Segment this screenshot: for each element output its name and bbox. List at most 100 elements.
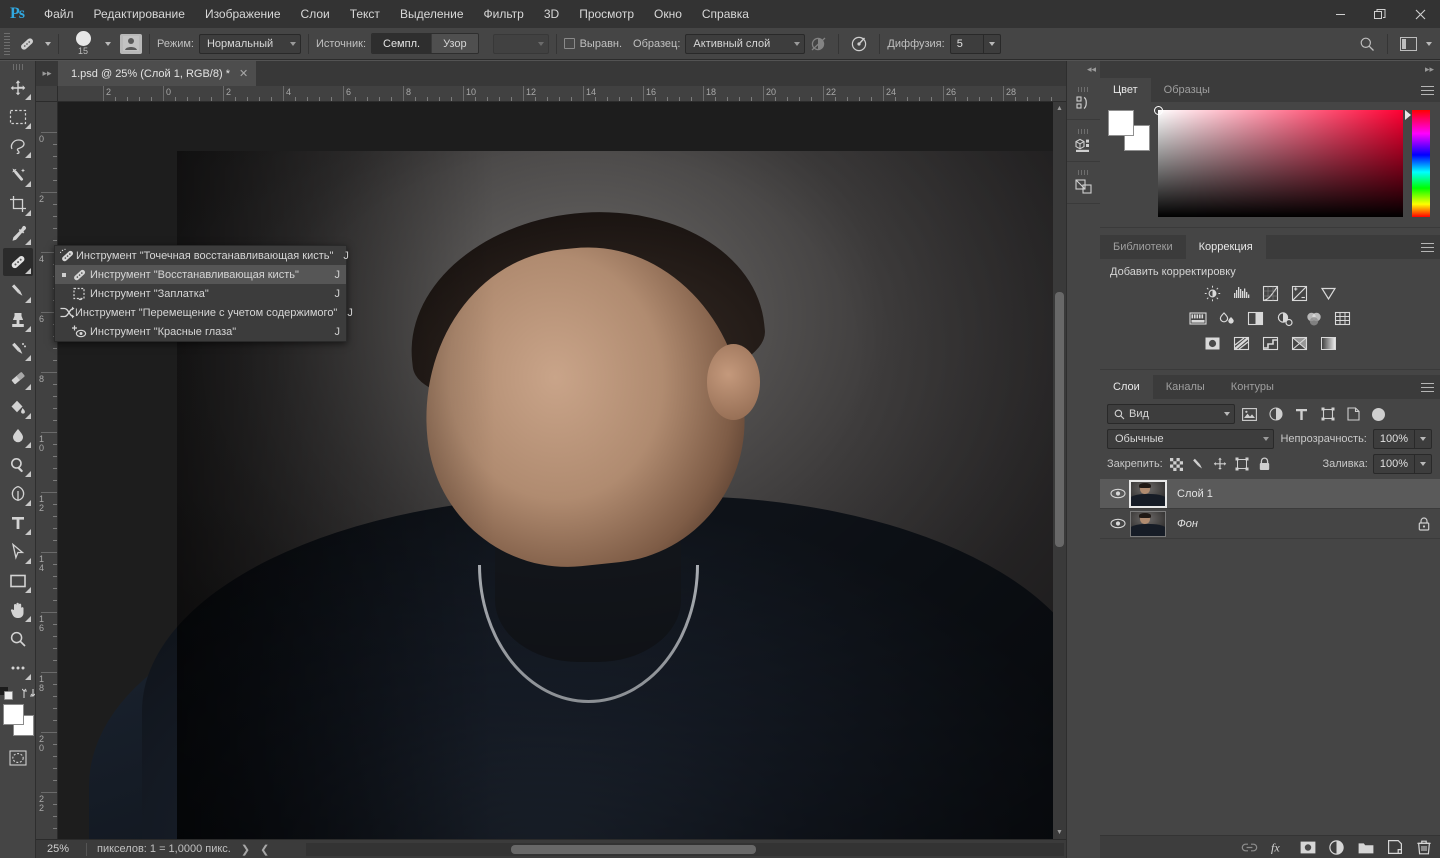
tab-color[interactable]: Цвет [1100, 78, 1151, 102]
flyout-item-red-eye[interactable]: Инструмент "Красные глаза" J [55, 322, 346, 341]
close-button[interactable] [1400, 0, 1440, 28]
minimize-button[interactable] [1320, 0, 1360, 28]
menu-view[interactable]: Просмотр [569, 2, 644, 26]
mode-select[interactable]: Нормальный [198, 33, 301, 54]
new-group-icon[interactable] [1357, 839, 1374, 856]
flyout-item-content-aware-move[interactable]: Инструмент "Перемещение с учетом содержи… [55, 303, 353, 322]
canvas[interactable] [58, 102, 1066, 839]
fill-input[interactable]: 100% [1372, 454, 1415, 474]
color-field[interactable] [1154, 106, 1403, 217]
new-fill-adjustment-icon[interactable] [1328, 839, 1345, 856]
menu-window[interactable]: Окно [644, 2, 692, 26]
hue-saturation-icon[interactable] [1188, 309, 1208, 328]
diffusion-stepper[interactable] [983, 33, 1001, 54]
new-layer-icon[interactable] [1386, 839, 1403, 856]
status-left-icon[interactable]: ❮ [260, 843, 269, 856]
blur-tool[interactable] [3, 422, 33, 450]
layer-mask-icon[interactable] [1299, 839, 1316, 856]
layer-style-icon[interactable]: fx [1270, 839, 1287, 856]
tab-swatches[interactable]: Образцы [1150, 78, 1223, 102]
canvas-vertical-scrollbar[interactable]: ▲ ▼ [1053, 102, 1066, 839]
dock-expand-icon[interactable]: ▸▸ [1100, 61, 1440, 78]
menu-image[interactable]: Изображение [195, 2, 291, 26]
3d-panel-button[interactable] [1067, 120, 1101, 162]
tab-libraries[interactable]: Библиотеки [1100, 235, 1186, 259]
scroll-up-icon[interactable]: ▲ [1053, 102, 1066, 115]
blend-mode-select[interactable]: Обычные [1107, 429, 1275, 449]
flyout-item-healing-brush[interactable]: Инструмент "Восстанавливающая кисть" J [55, 265, 346, 284]
ignore-adjustment-layers-icon[interactable] [805, 32, 831, 56]
color-balance-icon[interactable] [1217, 309, 1237, 328]
posterize-icon[interactable] [1231, 334, 1251, 353]
document-tab[interactable]: 1.psd @ 25% (Слой 1, RGB/8) * ✕ [58, 61, 257, 86]
selective-color-icon[interactable] [1289, 334, 1309, 353]
workspace-chevron-down-icon[interactable] [1426, 41, 1432, 46]
zoom-level[interactable]: 25% [36, 843, 80, 855]
color-lookup-icon[interactable] [1333, 309, 1353, 328]
dodge-tool[interactable] [3, 451, 33, 479]
workspace-icon[interactable] [1395, 32, 1421, 56]
link-layers-icon[interactable] [1241, 839, 1258, 856]
tab-paths[interactable]: Контуры [1217, 375, 1287, 399]
opacity-stepper[interactable] [1415, 429, 1432, 449]
eyedropper-tool[interactable] [3, 219, 33, 247]
lock-image-icon[interactable] [1190, 456, 1207, 473]
threshold-icon[interactable] [1260, 334, 1280, 353]
menu-filter[interactable]: Фильтр [474, 2, 534, 26]
aligned-checkbox[interactable]: Выравн. [563, 38, 627, 50]
move-tool[interactable] [3, 74, 33, 102]
scrollbar-thumb[interactable] [1055, 292, 1064, 547]
collapse-panels-icon[interactable]: ◂◂ [1067, 61, 1100, 78]
clone-stamp-tool[interactable] [3, 306, 33, 334]
properties-panel-button[interactable] [1067, 162, 1101, 204]
status-expand-icon[interactable]: ❯ [241, 843, 250, 856]
black-white-icon[interactable] [1246, 309, 1266, 328]
adjustments-panel-menu-button[interactable] [1421, 235, 1434, 259]
exposure-icon[interactable] [1289, 284, 1309, 303]
tool-preset-chevron-down-icon[interactable] [45, 41, 51, 46]
flyout-item-patch[interactable]: Инструмент "Заплатка" J [55, 284, 346, 303]
menu-select[interactable]: Выделение [390, 2, 474, 26]
collapse-toolbar-icon[interactable]: ▸▸ [36, 61, 58, 86]
curves-icon[interactable] [1260, 284, 1280, 303]
swap-colors-icon[interactable] [22, 687, 35, 700]
lasso-tool[interactable] [3, 132, 33, 160]
opacity-input[interactable]: 100% [1372, 429, 1415, 449]
menu-layers[interactable]: Слои [291, 2, 340, 26]
brush-chevron-down-icon[interactable] [105, 41, 111, 46]
filter-type-icon[interactable] [1290, 404, 1313, 424]
lock-all-icon[interactable] [1256, 456, 1273, 473]
marquee-tool[interactable] [3, 103, 33, 131]
history-panel-button[interactable] [1067, 78, 1101, 120]
layer-name[interactable]: Слой 1 [1177, 488, 1213, 500]
menu-3d[interactable]: 3D [534, 2, 569, 26]
hue-strip[interactable] [1405, 110, 1430, 217]
edit-toolbar-button[interactable] [3, 654, 33, 682]
invert-icon[interactable] [1202, 334, 1222, 353]
menu-edit[interactable]: Редактирование [84, 2, 195, 26]
layer-filter-select[interactable]: Вид [1107, 404, 1235, 424]
filter-adjustment-icon[interactable] [1264, 404, 1287, 424]
lock-transparency-icon[interactable] [1168, 456, 1185, 473]
filter-smart-icon[interactable] [1342, 404, 1365, 424]
table-row[interactable]: Слой 1 [1100, 479, 1440, 509]
foreground-color-swatch[interactable] [1108, 110, 1134, 136]
tab-channels[interactable]: Каналы [1152, 375, 1218, 399]
menu-file[interactable]: Файл [34, 2, 84, 26]
brush-tool[interactable] [3, 277, 33, 305]
layer-thumbnail[interactable] [1130, 510, 1166, 537]
scroll-down-icon[interactable]: ▼ [1053, 826, 1066, 839]
layer-thumbnail[interactable] [1129, 479, 1167, 508]
pressure-for-size-icon[interactable] [846, 32, 872, 56]
channel-mixer-icon[interactable] [1304, 309, 1324, 328]
healing-brush-tool[interactable] [2, 248, 33, 276]
quick-mask-icon[interactable] [3, 744, 33, 772]
maximize-button[interactable] [1360, 0, 1400, 28]
default-colors-icon[interactable] [0, 687, 13, 700]
tab-layers[interactable]: Слои [1100, 375, 1153, 399]
close-icon[interactable]: ✕ [239, 67, 248, 80]
path-selection-tool[interactable] [3, 538, 33, 566]
gradient-map-icon[interactable] [1318, 334, 1338, 353]
tools-panel-grip[interactable] [12, 64, 23, 70]
table-row[interactable]: Фон [1100, 509, 1440, 539]
